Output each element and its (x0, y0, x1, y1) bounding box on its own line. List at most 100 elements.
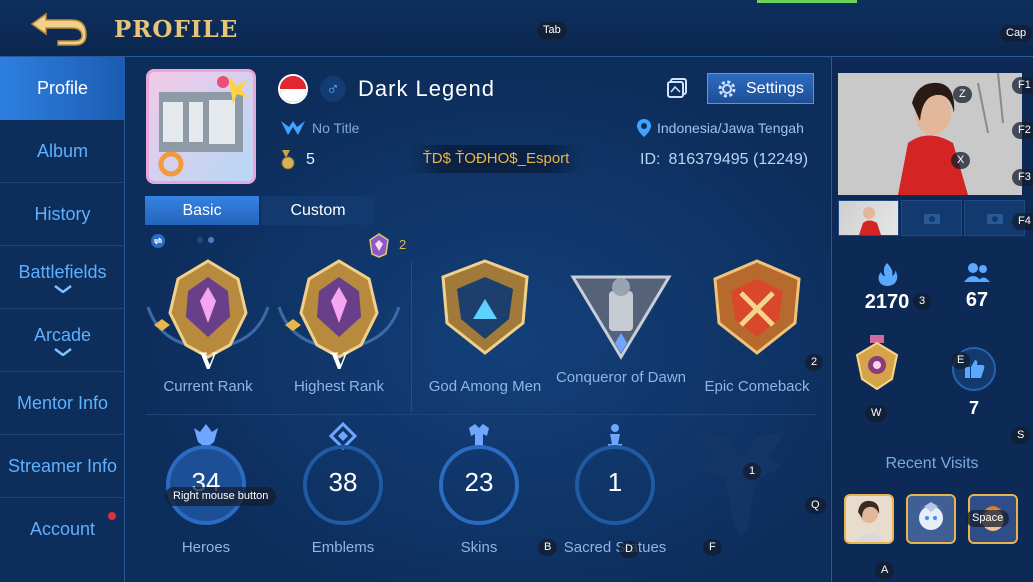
stat-value: 38 (328, 467, 358, 497)
settings-button[interactable]: Settings (707, 73, 814, 104)
achievement-epic-comeback[interactable]: Epic Comeback (687, 257, 827, 437)
keycap-f3: F3 (1012, 169, 1033, 186)
player-title[interactable]: No Title (280, 119, 359, 137)
recent-visits-title: Recent Visits (885, 455, 979, 472)
keycap-2: 2 (805, 354, 824, 371)
photo-thumbnails (838, 200, 1025, 236)
sidebar-item-label: Streamer Info (7, 455, 118, 476)
player-location: Indonesia/Jawa Tengah (637, 119, 804, 137)
tab-basic[interactable]: Basic (145, 196, 259, 225)
sidebar-item-profile[interactable]: Profile (0, 57, 125, 120)
current-rank-tier: V (199, 349, 217, 375)
profile-tabs: Basic Custom (145, 196, 375, 225)
stat-label: Skins (460, 539, 498, 556)
profile-photo[interactable] (838, 73, 1022, 195)
chevron-down-icon (53, 347, 72, 356)
popularity-value: 2170 (864, 291, 910, 313)
achievement-label: God Among Men (428, 378, 542, 395)
swap-icon[interactable] (151, 234, 165, 248)
keycap-s: S (1011, 427, 1031, 444)
indonesia-flag-icon (278, 74, 308, 104)
highest-rank-label: Highest Rank (293, 378, 385, 395)
settings-label: Settings (746, 79, 804, 97)
honor-badge-icon[interactable] (852, 335, 902, 390)
visitor-image (846, 496, 892, 542)
profile-photo-image (838, 73, 1022, 195)
shield-sword-icon (713, 259, 801, 355)
right-panel: 2170 67 7 Recent Visits (831, 57, 1033, 582)
sidebar-item-account[interactable]: Account (0, 498, 125, 561)
avatar-image (158, 76, 249, 177)
medal-icon (281, 150, 295, 170)
camera-icon (923, 214, 940, 224)
sidebar-item-battlefields[interactable]: Battlefields (0, 246, 125, 309)
tab-custom[interactable]: Custom (261, 196, 375, 225)
gear-icon (718, 80, 736, 97)
photo-thumbnail[interactable] (838, 200, 899, 236)
player-id[interactable]: ID: 816379495 (12249) (640, 151, 808, 169)
likes-value: 7 (968, 398, 979, 418)
keycap-z: Z (953, 86, 972, 103)
achievement-conqueror-of-dawn[interactable]: Conqueror of Dawn (551, 257, 691, 437)
sidebar-item-history[interactable]: History (0, 183, 125, 246)
flame-icon (878, 263, 898, 286)
photo-slot-empty[interactable] (901, 200, 962, 236)
sidebar-item-arcade[interactable]: Arcade (0, 309, 125, 372)
sidebar-item-mentor-info[interactable]: Mentor Info (0, 372, 125, 435)
friends-stat[interactable]: 67 (947, 262, 1007, 312)
divider (146, 414, 816, 415)
visitor-avatar[interactable] (906, 494, 956, 544)
sidebar-item-label: Battlefields (18, 261, 107, 282)
chevron-down-icon (53, 284, 72, 293)
sidebar-item-label: Arcade (33, 324, 92, 345)
stat-value: 1 (607, 467, 623, 497)
keycap-tab: Tab (537, 22, 567, 39)
achievement-god-among-men[interactable]: God Among Men (415, 257, 555, 437)
player-id-label: ID: (640, 151, 661, 168)
name-row: ♂ Dark Legend (278, 74, 495, 104)
title-wing-icon (281, 121, 305, 135)
gender-male-icon: ♂ (320, 76, 346, 102)
popularity-stat[interactable]: 2170 (857, 262, 917, 314)
sidebar: Profile Album History Battlefields Arcad… (0, 57, 125, 582)
avatar[interactable] (146, 69, 256, 184)
highest-rank-badge[interactable]: V Highest Rank (269, 257, 409, 437)
visitor-image (908, 496, 954, 542)
divider (411, 262, 412, 412)
gallery-icon[interactable] (666, 77, 688, 99)
sidebar-item-label: Account (29, 519, 96, 539)
keycap-1: 1 (743, 463, 762, 480)
keycap-right-mouse-button: Right mouse button (165, 487, 277, 506)
page-dot (197, 237, 203, 243)
stat-value: 23 (464, 467, 494, 497)
sidebar-item-streamer-info[interactable]: Streamer Info (0, 435, 125, 498)
keycap-f: F (703, 539, 722, 556)
camera-icon (986, 214, 1003, 224)
sidebar-item-album[interactable]: Album (0, 120, 125, 183)
sidebar-item-label: History (34, 203, 91, 224)
thumbnail-image (859, 207, 881, 235)
keycap-space: Space (966, 510, 1010, 527)
friends-icon (964, 263, 990, 282)
current-rank-badge[interactable]: V Current Rank (138, 257, 278, 437)
sidebar-item-label: Profile (36, 78, 89, 98)
stat-label: Heroes (181, 539, 231, 556)
mythic-points-value: 2 (399, 237, 407, 252)
keycap-f1: F1 (1012, 77, 1033, 94)
keycap-w: W (865, 405, 888, 422)
keycap-e: E (951, 352, 971, 369)
keycap-d: D (619, 541, 639, 558)
player-name: Dark Legend (358, 76, 495, 101)
keycap-3: 3 (913, 293, 932, 310)
friends-value: 67 (965, 289, 989, 311)
achievement-label: Conqueror of Dawn (555, 369, 687, 386)
keycap-a: A (875, 562, 895, 579)
back-arrow-icon[interactable] (28, 10, 90, 46)
achievement-label: Epic Comeback (704, 378, 810, 395)
location-pin-icon (637, 119, 651, 137)
visitor-avatar[interactable] (844, 494, 894, 544)
mythic-points-icon (369, 233, 389, 258)
highest-rank-tier: V (330, 349, 348, 375)
page-dot-active (208, 237, 214, 243)
squad-name[interactable]: ŤD$ ŤOĐHO$_Esport (411, 145, 581, 173)
